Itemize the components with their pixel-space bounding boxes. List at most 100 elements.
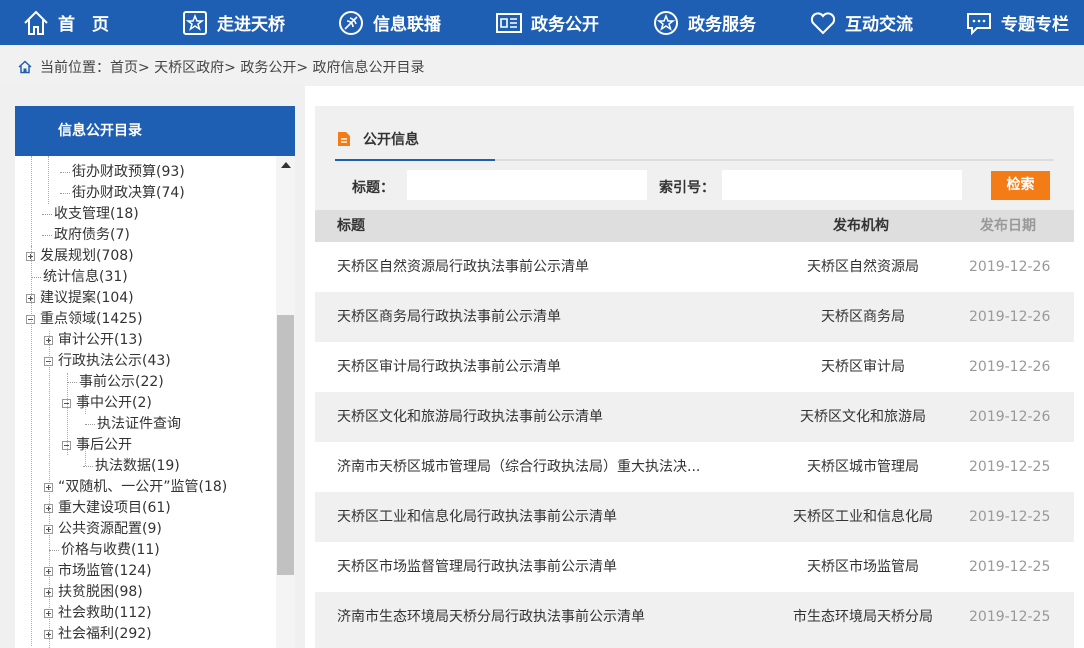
tree-item-mid-disclosure[interactable]: 事中公开(2) xyxy=(62,393,152,414)
tree-item-key-areas[interactable]: 重点领域(1425) xyxy=(26,309,143,330)
row-title-link[interactable]: 天桥区自然资源局行政执法事前公示清单 xyxy=(337,242,737,292)
nav-special[interactable]: 专题专栏 xyxy=(965,0,1069,45)
collapse-icon[interactable] xyxy=(26,314,35,324)
row-title-link[interactable]: 天桥区市场监督管理局行政执法事前公示清单 xyxy=(337,542,737,592)
tree-item-public-resources[interactable]: 公共资源配置(9) xyxy=(44,519,162,540)
table-row[interactable]: 天桥区自然资源局行政执法事前公示清单 天桥区自然资源局 2019-12-26 xyxy=(315,242,1074,292)
expand-icon[interactable] xyxy=(44,587,53,597)
tree-item-label: 政府债务(7) xyxy=(54,227,130,243)
tree-item-audit[interactable]: 审计公开(13) xyxy=(44,330,143,351)
row-date: 2019-12-25 xyxy=(969,459,1051,475)
title-label: 标题： xyxy=(352,180,394,196)
nav-gov-open-label: 政务公开 xyxy=(531,15,599,35)
expand-icon[interactable] xyxy=(44,566,53,576)
expand-icon[interactable] xyxy=(44,608,53,618)
home-icon xyxy=(24,10,48,35)
expand-icon[interactable] xyxy=(26,293,35,303)
tree-item-enforcement-data[interactable]: 执法数据(19) xyxy=(83,456,180,477)
row-title-link[interactable]: 天桥区工业和信息化局行政执法事前公示清单 xyxy=(337,492,737,542)
tree-item-label: 发展规划(708) xyxy=(40,248,134,264)
tree-item-market[interactable]: 市场监管(124) xyxy=(44,561,152,582)
breadcrumb-text: 当前位置：首页> 天桥区政府> 政务公开> 政府信息公开目录 xyxy=(40,60,425,76)
collapse-icon[interactable] xyxy=(62,440,71,450)
tree-item-label: 街办财政决算(74) xyxy=(72,185,185,201)
nav-gov-service[interactable]: 政务服务 xyxy=(652,0,756,45)
tree-item-label: 公共资源配置(9) xyxy=(58,521,162,537)
row-title-link[interactable]: 济南市天桥区城市管理局（综合行政执法局）重大执法决... xyxy=(337,442,737,492)
tab-public-info[interactable]: 公开信息 xyxy=(335,118,495,161)
row-date: 2019-12-25 xyxy=(969,559,1051,575)
tree-item-statistics[interactable]: 统计信息(31) xyxy=(31,267,128,288)
tree-item-poverty[interactable]: 扶贫脱困(98) xyxy=(44,582,143,603)
sidebar-title: 信息公开目录 xyxy=(15,106,295,156)
table-row[interactable]: 天桥区审计局行政执法事前公示清单 天桥区审计局 2019-12-26 xyxy=(315,342,1074,392)
tree-scrollbar[interactable] xyxy=(276,156,295,648)
tree-item-label: 审计公开(13) xyxy=(58,332,143,348)
nav-news-label: 信息联播 xyxy=(373,15,441,35)
catalog-tree: 街办财政预算(93) 街办财政决算(74) 收支管理(18) 政府债务(7) 发… xyxy=(15,156,295,648)
row-title-link[interactable]: 济南市生态环境局天桥分局行政执法事前公示清单 xyxy=(337,592,737,642)
document-board-icon xyxy=(496,12,522,33)
nav-news[interactable]: 信息联播 xyxy=(337,0,441,45)
tree-item-major-projects[interactable]: 重大建设项目(61) xyxy=(44,498,171,519)
tree-item-welfare[interactable]: 社会福利(292) xyxy=(44,624,152,645)
row-title-link[interactable]: 天桥区审计局行政执法事前公示清单 xyxy=(337,342,737,392)
search-button[interactable]: 检索 xyxy=(991,171,1050,200)
nav-gov-open[interactable]: 政务公开 xyxy=(495,0,599,45)
nav-interaction[interactable]: 互动交流 xyxy=(809,0,913,45)
row-date: 2019-12-25 xyxy=(969,509,1051,525)
tree-item-label: 事后公开 xyxy=(76,437,132,453)
tree-item-cert-query[interactable]: 执法证件查询 xyxy=(85,414,181,435)
index-search-input[interactable] xyxy=(722,170,962,200)
tree-item-label: 扶贫脱困(98) xyxy=(58,584,143,600)
row-date: 2019-12-26 xyxy=(969,259,1051,275)
tree-item-label: 行政执法公示(43) xyxy=(58,353,171,369)
scrollbar-thumb[interactable] xyxy=(277,315,294,575)
expand-icon[interactable] xyxy=(44,482,53,492)
tree-item-post-disclosure[interactable]: 事后公开 xyxy=(62,435,132,456)
tree-item-proposals[interactable]: 建议提案(104) xyxy=(26,288,134,309)
table-row[interactable]: 天桥区工业和信息化局行政执法事前公示清单 天桥区工业和信息化局 2019-12-25 xyxy=(315,492,1074,542)
nav-home[interactable]: 首 页 xyxy=(22,0,109,45)
tree-item-social-aid[interactable]: 社会救助(112) xyxy=(44,603,152,624)
expand-icon[interactable] xyxy=(44,629,53,639)
row-org: 天桥区自然资源局 xyxy=(807,259,919,275)
table-header: 标题 发布机构 发布日期 xyxy=(315,210,1074,242)
tree-item-label: 事中公开(2) xyxy=(76,395,152,411)
heart-icon xyxy=(810,11,836,34)
table-row[interactable]: 天桥区商务局行政执法事前公示清单 天桥区商务局 2019-12-26 xyxy=(315,292,1074,342)
nav-about[interactable]: 走进天桥 xyxy=(181,0,285,45)
collapse-icon[interactable] xyxy=(62,398,71,408)
expand-icon[interactable] xyxy=(44,524,53,534)
row-org: 天桥区文化和旅游局 xyxy=(800,409,926,425)
table-row[interactable]: 天桥区市场监督管理局行政执法事前公示清单 天桥区市场监管局 2019-12-25 xyxy=(315,542,1074,592)
row-date: 2019-12-26 xyxy=(969,359,1051,375)
table-row[interactable]: 天桥区文化和旅游局行政执法事前公示清单 天桥区文化和旅游局 2019-12-26 xyxy=(315,392,1074,442)
tree-item-label: “双随机、一公开”监管(18) xyxy=(58,479,228,495)
row-title-link[interactable]: 天桥区文化和旅游局行政执法事前公示清单 xyxy=(337,392,737,442)
table-row[interactable]: 济南市天桥区城市管理局（综合行政执法局）重大执法决... 天桥区城市管理局 2019… xyxy=(315,442,1074,492)
tree-item-district-final[interactable]: 街办财政决算(74) xyxy=(60,183,185,204)
expand-icon[interactable] xyxy=(26,251,35,261)
row-title-link[interactable]: 天桥区商务局行政执法事前公示清单 xyxy=(337,292,737,342)
content-panel: 公开信息 标题： 索引号： 检索 标题 发布机构 发布日期 天桥区自然资源局行政… xyxy=(315,106,1074,648)
title-search-input[interactable] xyxy=(407,170,647,200)
tree-item-law-enforcement[interactable]: 行政执法公示(43) xyxy=(44,351,171,372)
scroll-up-arrow-icon[interactable] xyxy=(281,162,291,168)
nav-special-label: 专题专栏 xyxy=(1001,15,1069,35)
search-form: 标题： 索引号： 检索 xyxy=(315,164,1074,210)
header-title: 标题 xyxy=(337,218,365,234)
tree-item-prices[interactable]: 价格与收费(11) xyxy=(49,540,160,561)
tree-item-revenue[interactable]: 收支管理(18) xyxy=(42,204,139,225)
index-label: 索引号： xyxy=(659,180,715,196)
tree-item-random-inspection[interactable]: “双随机、一公开”监管(18) xyxy=(44,477,227,498)
tree-item-debt[interactable]: 政府债务(7) xyxy=(42,225,130,246)
tree-item-district-budget[interactable]: 街办财政预算(93) xyxy=(60,162,185,183)
tree-item-label: 事前公示(22) xyxy=(79,374,164,390)
table-row[interactable]: 济南市生态环境局天桥分局行政执法事前公示清单 市生态环境局天桥分局 2019-12-… xyxy=(315,592,1074,642)
collapse-icon[interactable] xyxy=(44,356,53,366)
tree-item-planning[interactable]: 发展规划(708) xyxy=(26,246,134,267)
expand-icon[interactable] xyxy=(44,335,53,345)
expand-icon[interactable] xyxy=(44,503,53,513)
tree-item-pre-disclosure[interactable]: 事前公示(22) xyxy=(67,372,164,393)
